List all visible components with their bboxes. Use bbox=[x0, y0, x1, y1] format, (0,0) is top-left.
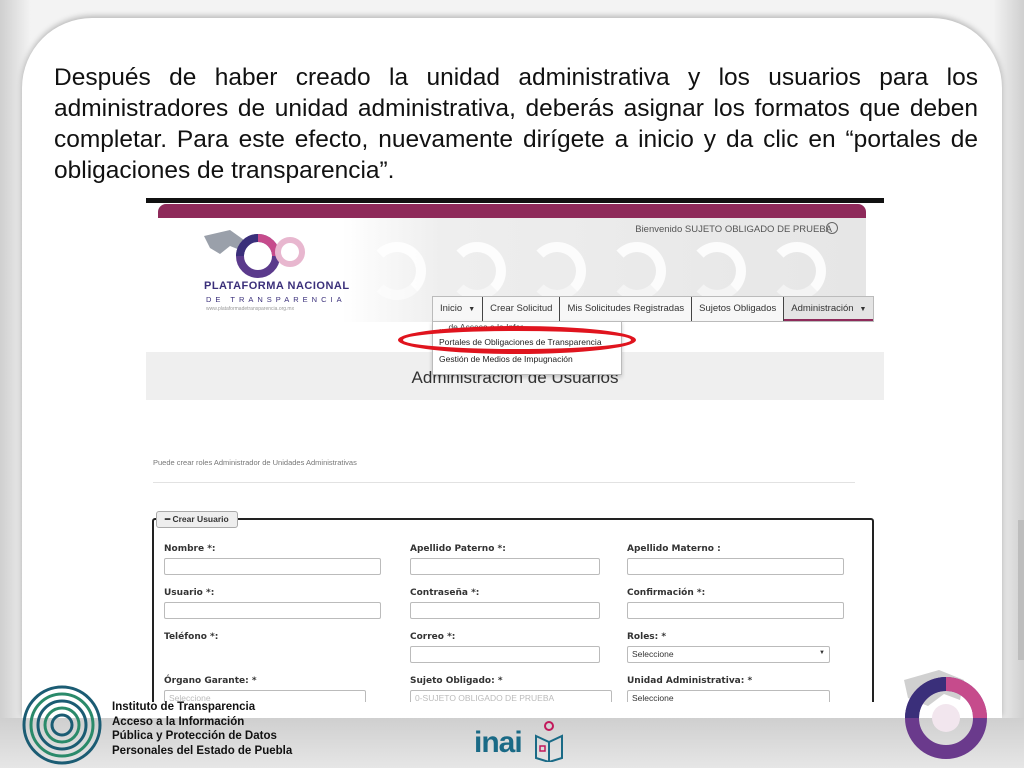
logo-title: PLATAFORMA NACIONAL bbox=[204, 280, 350, 292]
slide-edge-decoration bbox=[1018, 520, 1024, 660]
roles-note: Puede crear roles Administrador de Unida… bbox=[153, 458, 357, 467]
roles-select[interactable]: Seleccione ▼ bbox=[627, 646, 830, 663]
header-swirl-decoration bbox=[368, 242, 426, 300]
contrasena-label: Contraseña *: bbox=[410, 588, 480, 598]
roles-label: Roles: * bbox=[627, 632, 667, 642]
nav-administracion-label: Administración bbox=[791, 303, 854, 314]
institute-logo-icon bbox=[22, 685, 102, 765]
contrasena-input[interactable] bbox=[410, 602, 600, 619]
highlight-ellipse bbox=[398, 326, 636, 354]
apellido-paterno-input[interactable] bbox=[410, 558, 600, 575]
header-swirl-decoration bbox=[528, 242, 586, 300]
sujeto-obligado-label: Sujeto Obligado: * bbox=[410, 676, 503, 686]
unidad-administrativa-select[interactable]: Seleccione bbox=[627, 690, 830, 702]
create-user-form: ━ Crear Usuario Nombre *: Apellido Pater… bbox=[152, 511, 874, 702]
nav-inicio[interactable]: Inicio ▼ bbox=[433, 297, 484, 321]
usuario-label: Usuario *: bbox=[164, 588, 215, 598]
apellido-paterno-label: Apellido Paterno *: bbox=[410, 544, 506, 554]
institute-name-line: Acceso a la Información bbox=[112, 715, 245, 728]
inai-wordmark: inai bbox=[474, 726, 523, 759]
unidad-administrativa-label: Unidad Administrativa: * bbox=[627, 676, 753, 686]
header-swirl-decoration bbox=[768, 242, 826, 300]
nombre-label: Nombre *: bbox=[164, 544, 216, 554]
roles-select-value: Seleccione bbox=[632, 649, 674, 659]
apellido-materno-input[interactable] bbox=[627, 558, 844, 575]
instruction-text: Después de haber creado la unidad admini… bbox=[54, 64, 978, 184]
inai-icon bbox=[535, 721, 563, 762]
header-swirl-decoration bbox=[688, 242, 746, 300]
apellido-materno-label: Apellido Materno : bbox=[627, 544, 721, 554]
chevron-down-icon: ▼ bbox=[468, 306, 476, 313]
institute-name: Instituto de Transparencia Acceso a la I… bbox=[112, 700, 292, 758]
correo-input[interactable] bbox=[410, 646, 600, 663]
divider bbox=[153, 482, 855, 483]
correo-label: Correo *: bbox=[410, 632, 456, 642]
user-menu-icon[interactable] bbox=[826, 222, 838, 234]
nav-crear-solicitud[interactable]: Crear Solicitud bbox=[483, 297, 561, 321]
header-swirl-decoration bbox=[448, 242, 506, 300]
nav-sujetos-obligados[interactable]: Sujetos Obligados bbox=[692, 297, 785, 321]
welcome-text: Bienvenido SUJETO OBLIGADO DE PRUEBA bbox=[635, 224, 832, 235]
institute-name-line: Instituto de Transparencia bbox=[112, 701, 256, 713]
nav-inicio-label: Inicio bbox=[440, 303, 463, 314]
corner-brand-logo-icon bbox=[904, 670, 987, 759]
portal-top-strip bbox=[158, 204, 866, 218]
nav-administracion[interactable]: Administración ▼ bbox=[784, 297, 874, 321]
chevron-down-icon: ▼ bbox=[819, 650, 825, 656]
usuario-input[interactable] bbox=[164, 602, 381, 619]
sujeto-obligado-value: 0-SUJETO OBLIGADO DE PRUEBA bbox=[415, 693, 555, 702]
logo-url: www.plataformadetransparencia.org.mx bbox=[206, 306, 295, 312]
header-swirl-decoration bbox=[608, 242, 666, 300]
main-nav: Inicio ▼ Crear Solicitud Mis Solicitudes … bbox=[432, 296, 875, 322]
organo-garante-label: Órgano Garante: * bbox=[164, 676, 257, 686]
telefono-label: Teléfono *: bbox=[164, 632, 219, 642]
create-user-tab[interactable]: ━ Crear Usuario bbox=[156, 511, 238, 528]
portal-screenshot: PLATAFORMA NACIONAL DE TRANSPARENCIA www… bbox=[146, 198, 884, 702]
nav-mis-solicitudes[interactable]: Mis Solicitudes Registradas bbox=[560, 297, 693, 321]
sujeto-obligado-select[interactable]: 0-SUJETO OBLIGADO DE PRUEBA bbox=[410, 690, 612, 702]
confirmacion-input[interactable] bbox=[627, 602, 844, 619]
chevron-down-icon: ▼ bbox=[859, 306, 867, 313]
logo-subtitle: DE TRANSPARENCIA bbox=[206, 295, 346, 304]
institute-name-line: Personales del Estado de Puebla bbox=[112, 744, 293, 757]
confirmacion-label: Confirmación *: bbox=[627, 588, 706, 598]
screenshot-top-border bbox=[146, 198, 884, 203]
institute-name-line: Pública y Protección de Datos bbox=[112, 730, 277, 742]
unidad-administrativa-value: Seleccione bbox=[632, 693, 674, 702]
nombre-input[interactable] bbox=[164, 558, 381, 575]
